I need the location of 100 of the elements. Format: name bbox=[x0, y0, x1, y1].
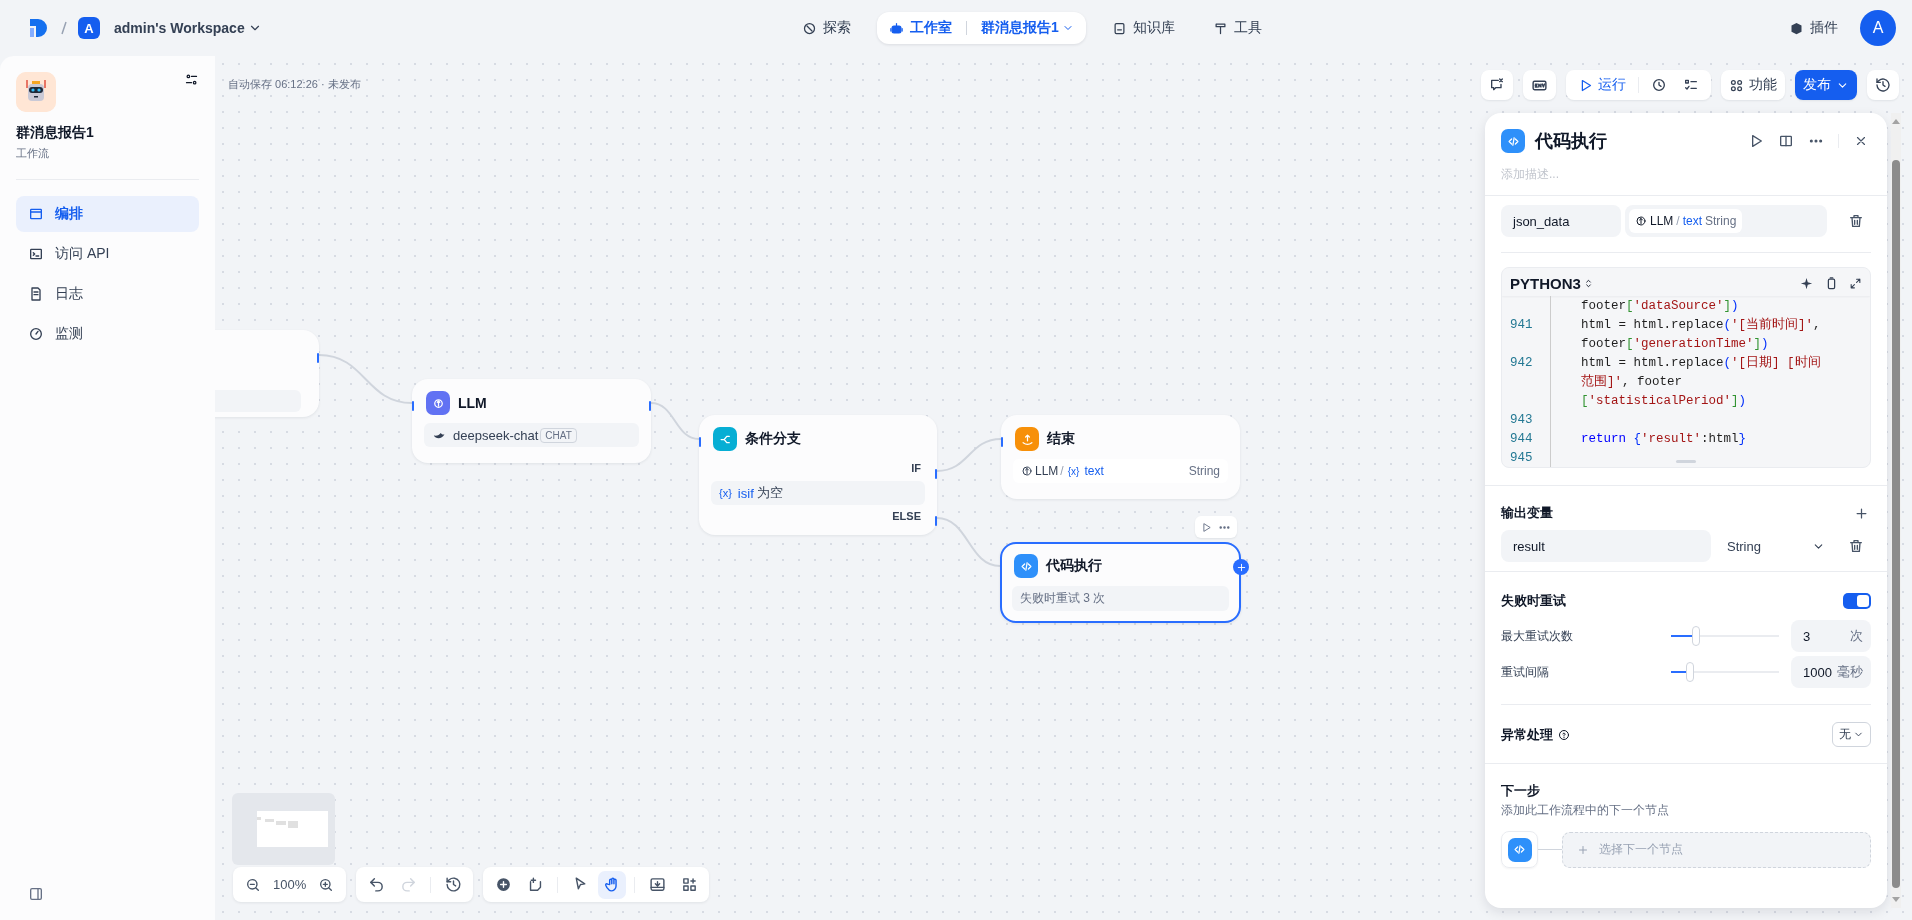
variable-icon: {x} bbox=[719, 487, 732, 499]
connection-handle[interactable] bbox=[699, 437, 701, 447]
code-line: footer['generationTime']) bbox=[1581, 336, 1769, 351]
variable-name-field[interactable]: json_data bbox=[1501, 205, 1621, 237]
line-number: 942 bbox=[1509, 355, 1534, 370]
slider-thumb[interactable] bbox=[1686, 662, 1695, 682]
code-line: ['statisticalPeriod']) bbox=[1581, 393, 1747, 408]
hand-tool[interactable] bbox=[598, 870, 627, 899]
section-title: 异常处理 bbox=[1501, 725, 1553, 744]
section-title: 输出变量 bbox=[1501, 504, 1553, 522]
app-name: 群消息报告1 bbox=[16, 124, 95, 142]
expand-icon bbox=[1849, 277, 1862, 290]
type-select[interactable]: String bbox=[1721, 530, 1831, 562]
condition-operator: 为空 bbox=[756, 484, 783, 502]
field-label: 最大重试次数 bbox=[1501, 627, 1574, 645]
feedback-button[interactable] bbox=[1481, 70, 1513, 100]
redo-icon bbox=[399, 876, 417, 893]
connector-line bbox=[650, 402, 700, 440]
workflow-node[interactable]: 代码执行 失败时重试 3 次 bbox=[1000, 542, 1241, 623]
variable-icon: {x} bbox=[1067, 465, 1080, 477]
error-handling-select[interactable]: 无 bbox=[1832, 722, 1871, 747]
workflow-node[interactable]: 结束 LLM / {x} text String bbox=[1001, 415, 1240, 499]
retry-info: 失败时重试 3 次 bbox=[1020, 590, 1106, 607]
nav-tab[interactable]: 工作室 bbox=[910, 19, 952, 37]
workflow-node[interactable]: LLM deepseek-chat CHAT bbox=[412, 379, 651, 463]
sidebar-item[interactable]: 访问 API bbox=[16, 236, 199, 272]
slash-separator-icon bbox=[60, 20, 68, 36]
features-button[interactable]: 功能 bbox=[1721, 70, 1785, 100]
description-field[interactable]: 添加描述... bbox=[1501, 167, 1701, 181]
variable-name: text bbox=[1084, 464, 1104, 478]
node-title: 结束 bbox=[1047, 430, 1075, 448]
trash-icon bbox=[1848, 538, 1864, 554]
layout-grid-icon bbox=[680, 876, 698, 893]
add-next-button[interactable] bbox=[1233, 559, 1249, 575]
workflow-node[interactable]: 条件分支 IF {x} isif 为空 ELSE bbox=[699, 415, 937, 535]
source-label: LLM bbox=[1035, 464, 1059, 478]
connector-line bbox=[936, 517, 1001, 567]
help-icon bbox=[1558, 728, 1570, 741]
chat-clear-icon bbox=[1489, 77, 1505, 93]
code-line: return {'result':html} bbox=[1581, 431, 1747, 446]
output-name-field[interactable]: result bbox=[1501, 530, 1711, 562]
zoom-level: 100% bbox=[272, 877, 308, 892]
book-open-icon bbox=[1778, 133, 1794, 149]
code-editor[interactable]: PYTHON3 footer['dataSource']) 941 html = html.replace('[当前时间]', footer['generationTime']) 942 html = html.replace('[日期] [时间 范围]', footer ['statisticalPeriod']) 943 944 return {'result':html} 945 bbox=[1501, 267, 1871, 468]
source-label: LLM bbox=[1650, 214, 1674, 228]
grid-icon bbox=[1729, 77, 1744, 93]
nav-tab[interactable]: 探索 bbox=[823, 19, 851, 37]
connection-handle[interactable] bbox=[1001, 437, 1003, 447]
section-title: 失败时重试 bbox=[1501, 592, 1566, 610]
connection-handle[interactable] bbox=[649, 401, 651, 411]
language-selector[interactable]: PYTHON3 bbox=[1510, 275, 1789, 292]
run-node-button[interactable] bbox=[1201, 521, 1212, 533]
sidebar-item[interactable]: 编排 bbox=[16, 196, 199, 232]
slider[interactable] bbox=[1671, 662, 1779, 682]
panel-title: 代码执行 bbox=[1535, 130, 1608, 153]
robot-avatar bbox=[16, 72, 56, 112]
node-title: LLM bbox=[458, 395, 487, 411]
line-number: 941 bbox=[1509, 317, 1534, 332]
number-field[interactable]: 3 次 bbox=[1791, 620, 1871, 652]
connection-handle[interactable] bbox=[412, 401, 414, 411]
code-line: html = html.replace('[当前时间]', bbox=[1581, 316, 1821, 333]
scrollbar[interactable] bbox=[1891, 113, 1901, 908]
sidebar-item[interactable]: 监测 bbox=[16, 316, 199, 352]
nav-tab[interactable]: 工具 bbox=[1233, 19, 1262, 37]
play-icon bbox=[1201, 521, 1212, 533]
connection-handle[interactable] bbox=[317, 353, 319, 363]
branch-label: IF bbox=[911, 462, 921, 474]
slider-thumb[interactable] bbox=[1691, 626, 1700, 646]
env-button[interactable] bbox=[1523, 70, 1556, 100]
connection-handle[interactable] bbox=[935, 469, 937, 479]
node-title: 代码执行 bbox=[1046, 557, 1102, 575]
condition-variable: isif bbox=[737, 485, 754, 501]
workspace-switcher[interactable]: admin's Workspace bbox=[110, 16, 266, 40]
zoom-out-icon bbox=[245, 876, 261, 893]
number-field[interactable]: 1000 毫秒 bbox=[1791, 656, 1871, 688]
settings-icon bbox=[184, 72, 199, 87]
path-separator: / bbox=[1060, 464, 1064, 478]
variable-reference-field[interactable]: LLM / text String bbox=[1625, 205, 1827, 237]
flag-icon bbox=[1019, 431, 1035, 447]
line-number: 944 bbox=[1509, 431, 1534, 446]
branch-label: ELSE bbox=[892, 510, 921, 522]
toggle-switch[interactable] bbox=[1843, 593, 1871, 609]
version-history-button[interactable] bbox=[1867, 70, 1899, 100]
connection-handle[interactable] bbox=[935, 516, 937, 526]
publish-button[interactable]: 发布 bbox=[1795, 70, 1857, 100]
field-label: 重试间隔 bbox=[1501, 663, 1550, 681]
book-icon bbox=[1111, 20, 1127, 36]
app-switcher[interactable]: 群消息报告1 bbox=[981, 19, 1074, 37]
trash-icon bbox=[1848, 213, 1864, 229]
nav-tab[interactable]: 知识库 bbox=[1132, 19, 1175, 37]
logo-icon bbox=[28, 17, 50, 39]
line-number: 945 bbox=[1509, 450, 1534, 465]
slider[interactable] bbox=[1671, 626, 1779, 646]
connector-line bbox=[936, 438, 1002, 472]
workflow-node[interactable] bbox=[215, 330, 319, 417]
plugins-link[interactable]: 插件 bbox=[1789, 19, 1838, 37]
user-avatar[interactable]: A bbox=[1860, 10, 1896, 46]
ai-icon bbox=[1021, 465, 1033, 477]
sidebar-item[interactable]: 日志 bbox=[16, 276, 199, 312]
node-title: 条件分支 bbox=[745, 430, 801, 448]
